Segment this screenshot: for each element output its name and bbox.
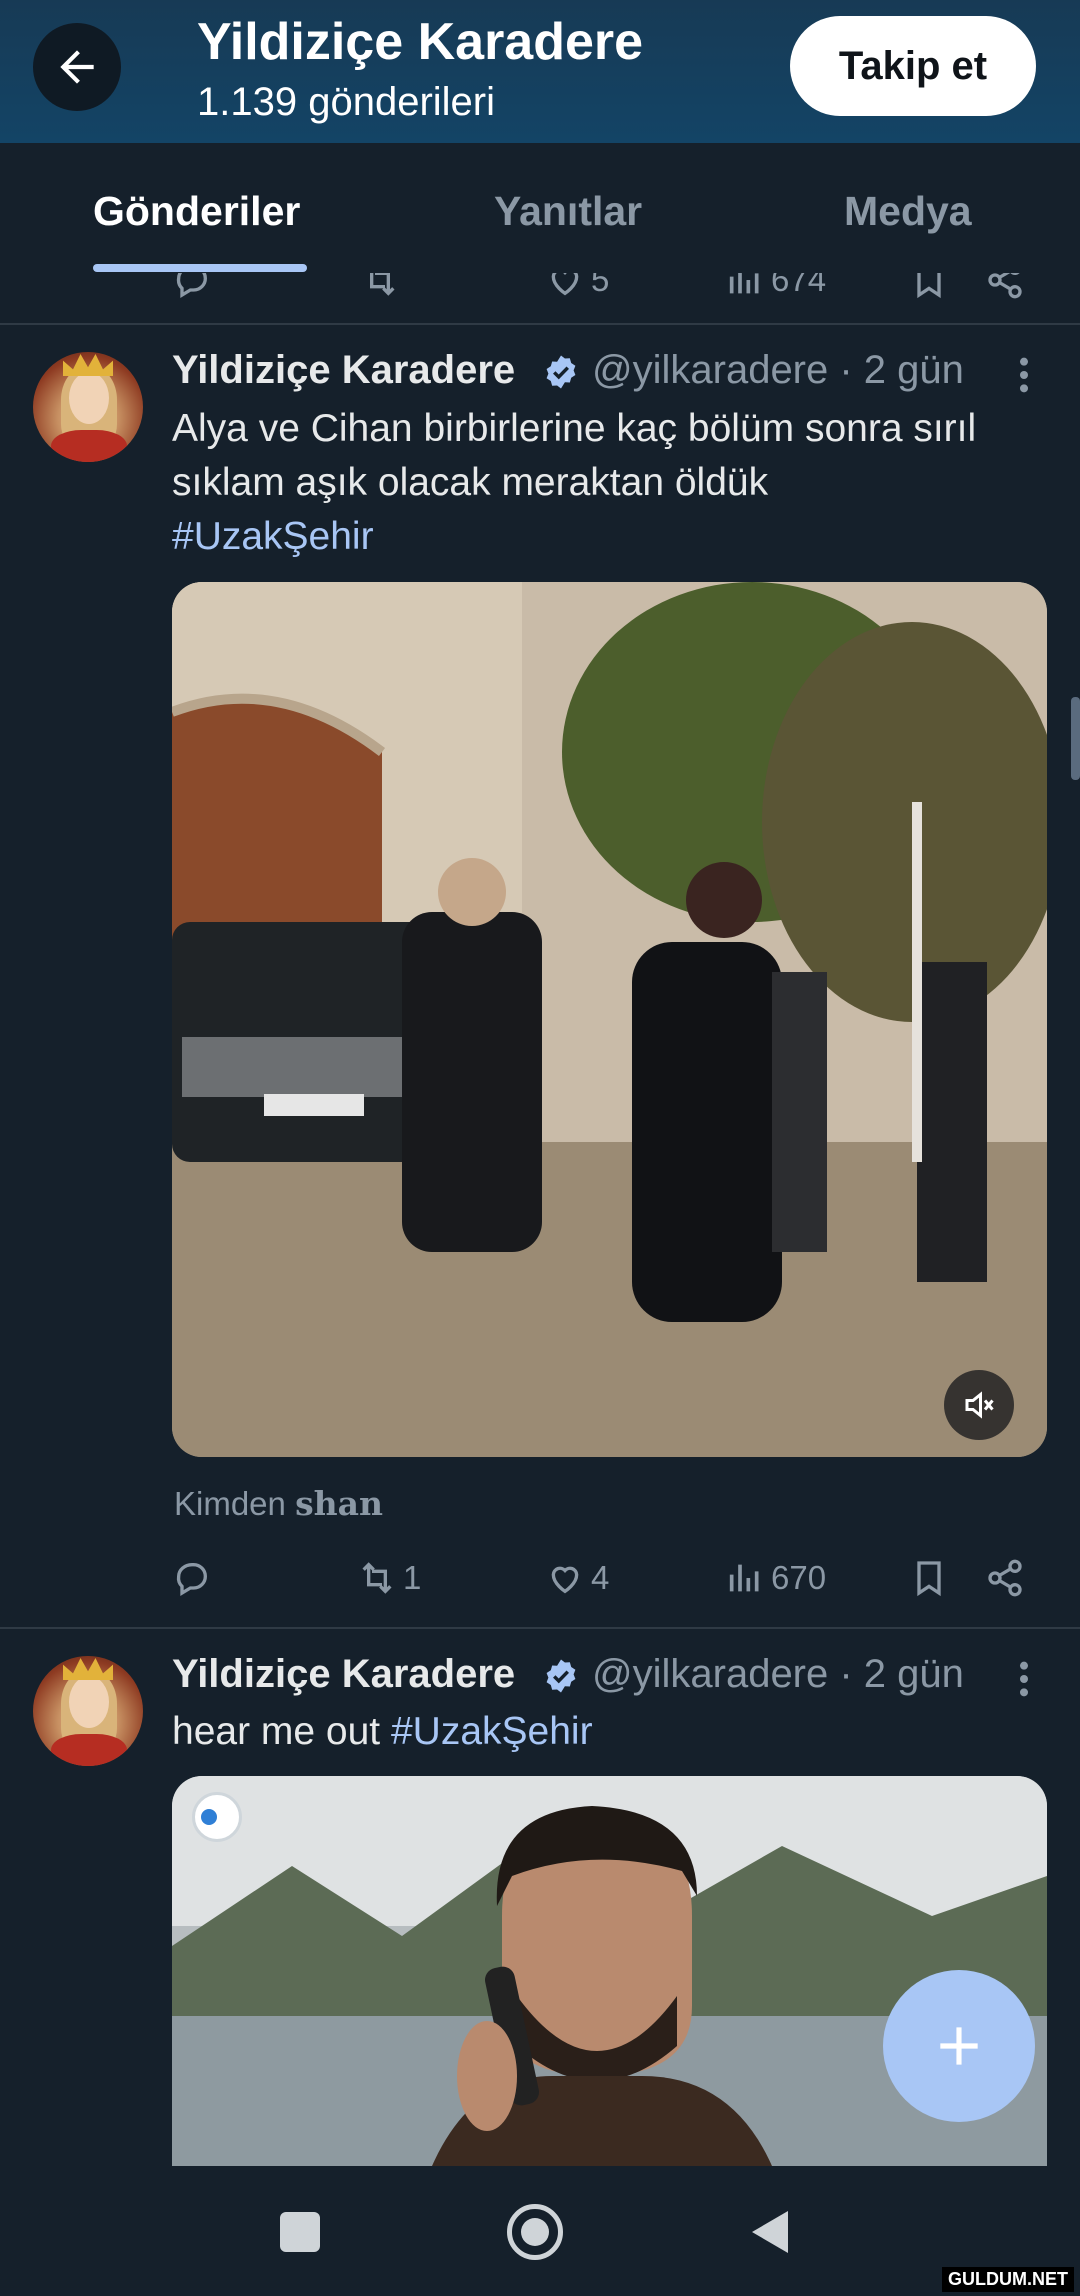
reply-button[interactable] (172, 1553, 212, 1603)
avatar[interactable] (33, 352, 143, 462)
author-handle: @yilkaradere · 2 gün (592, 348, 964, 392)
watermark: GULDUM.NET (942, 2267, 1074, 2292)
source-attribution: Kimden shan (174, 1484, 383, 1523)
plus-icon (940, 2027, 978, 2065)
mute-button[interactable] (944, 1370, 1014, 1440)
reply-icon (176, 1563, 207, 1596)
more-vertical-icon[interactable] (1012, 355, 1036, 395)
scrollbar[interactable] (1071, 697, 1080, 780)
bookmark-button[interactable] (909, 273, 949, 305)
view-count: 670 (771, 1559, 827, 1596)
post-divider (0, 1627, 1080, 1629)
post-text-line: Alya ve Cihan birbirlerine kaç bölüm son… (172, 407, 977, 450)
home-button[interactable] (507, 2204, 563, 2260)
hashtag-link[interactable]: #UzakŞehir (172, 510, 374, 564)
post-count: 1.139 gönderileri (197, 80, 495, 124)
share-button[interactable] (985, 273, 1025, 305)
arrow-left-icon (60, 50, 94, 84)
verified-badge-icon (546, 355, 576, 389)
retweet-count: 1 (403, 1559, 422, 1596)
follow-button[interactable]: Takip et (790, 16, 1036, 116)
compose-button[interactable] (883, 1970, 1035, 2122)
verified-badge-icon (546, 1659, 576, 1693)
post-divider (0, 323, 1080, 325)
heart-icon (551, 273, 579, 296)
post-video[interactable] (172, 582, 1047, 1457)
back-nav-button[interactable] (748, 2208, 792, 2256)
system-navigation-bar (0, 2166, 1080, 2296)
bookmark-icon (917, 273, 941, 299)
author-name[interactable]: Yildiziçe Karadere (172, 348, 515, 393)
views-icon (729, 273, 759, 294)
like-count: 5 (591, 273, 610, 298)
retweet-button[interactable]: 1 (357, 1553, 421, 1603)
profile-header: Yildiziçe Karadere 1.139 gönderileri Tak… (0, 0, 1080, 143)
post-text-line: sıklam aşık olacak meraktan öldük (172, 461, 769, 504)
bookmark-button[interactable] (909, 1553, 949, 1603)
author-name[interactable]: Yildiziçe Karadere (172, 1652, 515, 1697)
video-frame (172, 582, 1047, 1457)
views-icon (729, 1564, 759, 1592)
previous-post-actions: 5 674 (0, 273, 1080, 323)
retweet-button[interactable] (360, 273, 400, 305)
view-count: 674 (771, 273, 827, 298)
reply-icon (176, 273, 207, 298)
reply-button[interactable] (172, 273, 212, 305)
like-button[interactable]: 4 (545, 1553, 609, 1603)
source-name[interactable]: shan (295, 1484, 383, 1523)
back-button[interactable] (33, 23, 121, 111)
active-tab-indicator (93, 264, 307, 272)
author-handle: @yilkaradere · 2 gün (592, 1652, 964, 1696)
retweet-icon (370, 273, 395, 296)
heart-icon (551, 1566, 579, 1594)
share-button[interactable] (985, 1553, 1025, 1603)
tab-posts[interactable]: Gönderiler (93, 188, 300, 235)
profile-tabs: Gönderiler Yanıtlar Medya (0, 143, 1080, 273)
retweet-icon (362, 1562, 392, 1594)
tab-media[interactable]: Medya (844, 188, 972, 235)
like-button[interactable]: 5 (545, 273, 609, 305)
avatar[interactable] (33, 1656, 143, 1766)
like-count: 4 (591, 1559, 610, 1596)
tab-replies[interactable]: Yanıtlar (494, 188, 642, 235)
share-icon (988, 1559, 1022, 1597)
more-vertical-icon[interactable] (1012, 1659, 1036, 1699)
source-label: Kimden (174, 1485, 286, 1522)
views-button[interactable]: 674 (725, 273, 826, 305)
bookmark-icon (917, 1561, 941, 1597)
channel-logo (192, 1792, 242, 1842)
share-icon (988, 273, 1022, 299)
mute-icon (965, 1391, 994, 1419)
recents-button[interactable] (280, 2212, 320, 2252)
post-text: hear me out (172, 1710, 381, 1753)
profile-name: Yildiziçe Karadere (197, 13, 644, 71)
views-button[interactable]: 670 (725, 1553, 826, 1603)
hashtag-link[interactable]: #UzakŞehir (391, 1710, 593, 1753)
post-text-line: hear me out #UzakŞehir (172, 1705, 593, 1759)
